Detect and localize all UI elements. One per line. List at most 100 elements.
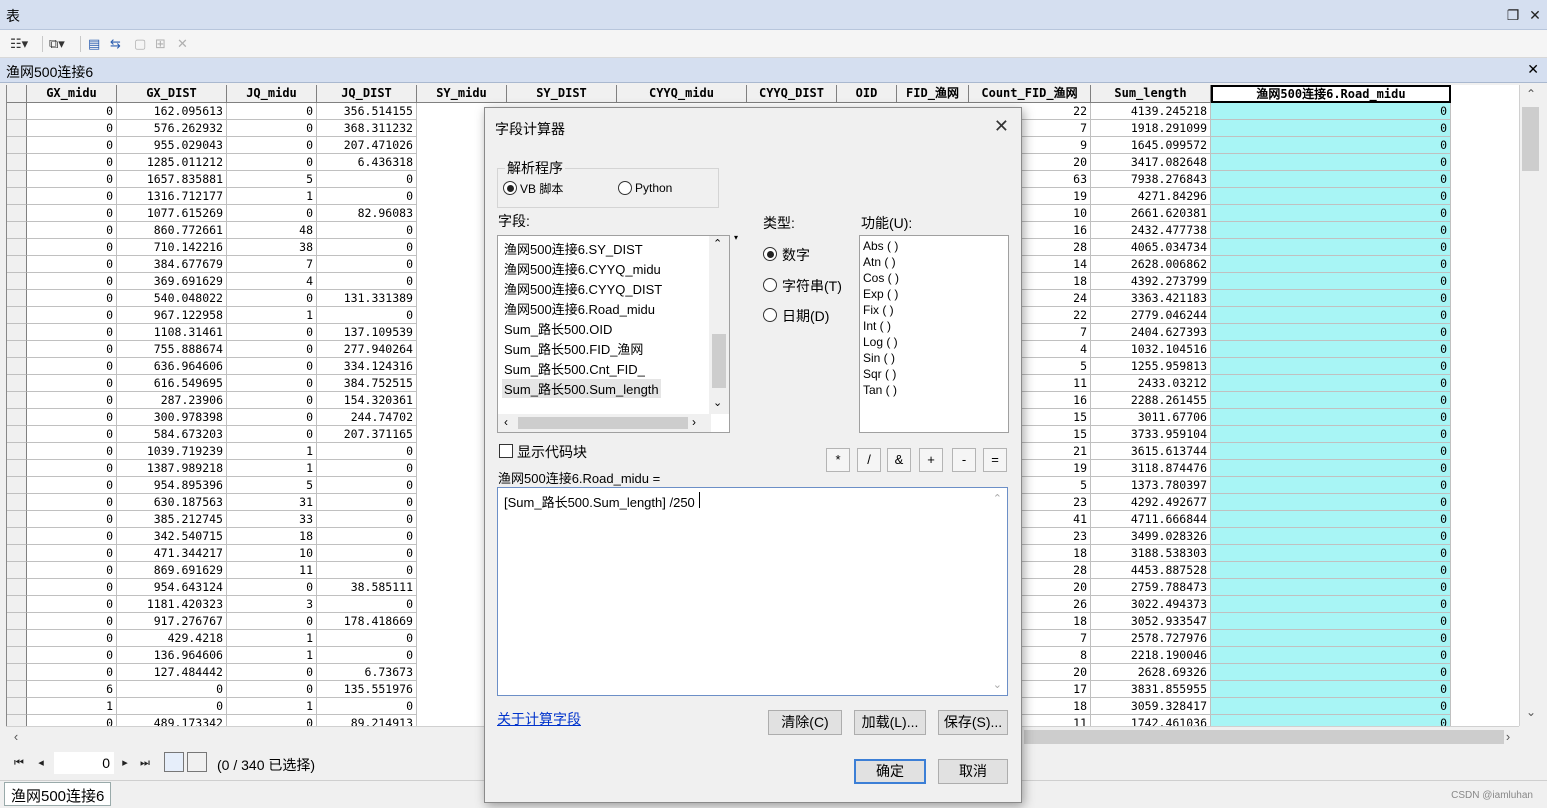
column-header[interactable]: OID — [837, 85, 897, 103]
type-string-radio[interactable] — [763, 278, 777, 292]
dialog-close-icon[interactable]: ✕ — [994, 116, 1009, 137]
table-cell[interactable]: 131.331389 — [317, 290, 417, 307]
column-header[interactable]: JQ_midu — [227, 85, 317, 103]
table-cell[interactable]: 0 — [1211, 511, 1451, 528]
scroll-up-icon[interactable]: ⌃ — [1523, 87, 1539, 103]
row-selector[interactable] — [7, 307, 27, 324]
table-cell[interactable]: 0 — [27, 392, 117, 409]
table-cell[interactable]: 0 — [27, 715, 117, 726]
table-cell[interactable]: 630.187563 — [117, 494, 227, 511]
row-selector[interactable] — [7, 494, 27, 511]
table-cell[interactable]: 385.212745 — [117, 511, 227, 528]
table-cell[interactable]: 0 — [227, 715, 317, 726]
table-cell[interactable]: 1 — [227, 188, 317, 205]
table-cell[interactable]: 755.888674 — [117, 341, 227, 358]
row-selector[interactable] — [7, 562, 27, 579]
table-cell[interactable]: 0 — [27, 256, 117, 273]
table-cell[interactable]: 3011.67706 — [1091, 409, 1211, 426]
table-cell[interactable]: 3363.421183 — [1091, 290, 1211, 307]
table-cell[interactable]: 300.978398 — [117, 409, 227, 426]
table-cell[interactable]: 0 — [1211, 188, 1451, 205]
table-cell[interactable]: 540.048022 — [117, 290, 227, 307]
table-cell[interactable]: 0 — [1211, 205, 1451, 222]
table-cell[interactable]: 33 — [227, 511, 317, 528]
table-cell[interactable]: 18 — [227, 528, 317, 545]
list-scroll-right-icon[interactable]: › — [692, 415, 696, 429]
table-cell[interactable]: 0 — [317, 239, 417, 256]
table-cell[interactable]: 3 — [227, 596, 317, 613]
table-cell[interactable]: 154.320361 — [317, 392, 417, 409]
table-cell[interactable]: 0 — [227, 579, 317, 596]
table-cell[interactable]: 0 — [27, 613, 117, 630]
table-cell[interactable]: 3417.082648 — [1091, 154, 1211, 171]
ok-button[interactable]: 确定 — [854, 759, 926, 784]
table-cell[interactable]: 0 — [27, 579, 117, 596]
table-cell[interactable]: 0 — [27, 630, 117, 647]
table-cell[interactable]: 1 — [227, 647, 317, 664]
table-cell[interactable]: 429.4218 — [117, 630, 227, 647]
column-header[interactable]: CYYQ_midu — [617, 85, 747, 103]
row-selector[interactable] — [7, 256, 27, 273]
column-header[interactable]: SY_midu — [417, 85, 507, 103]
column-header[interactable]: FID_渔网 — [897, 85, 969, 103]
show-all-records-icon[interactable] — [164, 752, 184, 772]
table-cell[interactable]: 2433.03212 — [1091, 375, 1211, 392]
table-cell[interactable]: 0 — [317, 443, 417, 460]
fields-scroll-thumb[interactable] — [712, 334, 726, 388]
field-list-item[interactable]: 渔网500连接6.CYYQ_DIST — [504, 279, 662, 298]
table-cell[interactable]: 0 — [27, 120, 117, 137]
vertical-scroll-thumb[interactable] — [1522, 107, 1539, 171]
table-cell[interactable]: 0 — [227, 681, 317, 698]
table-cell[interactable]: 31 — [227, 494, 317, 511]
table-cell[interactable]: 342.540715 — [117, 528, 227, 545]
table-cell[interactable]: 0 — [1211, 307, 1451, 324]
first-record-icon[interactable]: ⏮ — [12, 755, 26, 771]
table-cell[interactable]: 6 — [27, 681, 117, 698]
parser-vb-radio[interactable] — [503, 181, 517, 195]
table-cell[interactable]: 1918.291099 — [1091, 120, 1211, 137]
row-selector[interactable] — [7, 613, 27, 630]
next-record-icon[interactable]: ▸ — [118, 755, 132, 771]
table-cell[interactable]: 4271.84296 — [1091, 188, 1211, 205]
table-cell[interactable]: 636.964606 — [117, 358, 227, 375]
column-header[interactable]: CYYQ_DIST — [747, 85, 837, 103]
table-cell[interactable]: 1645.099572 — [1091, 137, 1211, 154]
fields-dropdown-icon[interactable]: ▾ — [734, 233, 738, 242]
table-cell[interactable]: 11 — [227, 562, 317, 579]
table-cell[interactable]: 1032.104516 — [1091, 341, 1211, 358]
table-cell[interactable]: 4139.245218 — [1091, 103, 1211, 120]
row-selector[interactable] — [7, 324, 27, 341]
table-cell[interactable]: 576.262932 — [117, 120, 227, 137]
table-cell[interactable]: 0 — [1211, 460, 1451, 477]
row-selector[interactable] — [7, 409, 27, 426]
table-cell[interactable]: 0 — [27, 358, 117, 375]
table-cell[interactable]: 0 — [317, 256, 417, 273]
table-cell[interactable]: 0 — [27, 137, 117, 154]
table-cell[interactable]: 6.436318 — [317, 154, 417, 171]
table-cell[interactable]: 0 — [27, 103, 117, 120]
close-window-icon[interactable]: ✕ — [1526, 6, 1544, 24]
switch-selection-icon[interactable]: ⇆ — [110, 35, 121, 53]
table-cell[interactable]: 4292.492677 — [1091, 494, 1211, 511]
table-cell[interactable]: 0 — [27, 426, 117, 443]
table-cell[interactable]: 0 — [27, 460, 117, 477]
row-selector[interactable] — [7, 647, 27, 664]
field-list-item[interactable]: 渔网500连接6.CYYQ_midu — [504, 259, 661, 278]
table-cell[interactable]: 0 — [227, 324, 317, 341]
table-cell[interactable]: 3615.613744 — [1091, 443, 1211, 460]
column-header[interactable]: GX_midu — [27, 85, 117, 103]
table-cell[interactable]: 967.122958 — [117, 307, 227, 324]
minus-button[interactable]: - — [952, 448, 976, 472]
table-cell[interactable]: 584.673203 — [117, 426, 227, 443]
table-cell[interactable]: 4453.887528 — [1091, 562, 1211, 579]
row-selector[interactable] — [7, 596, 27, 613]
row-selector[interactable] — [7, 137, 27, 154]
select-by-attributes-icon[interactable]: ▤ — [88, 35, 100, 53]
table-cell[interactable]: 89.214913 — [317, 715, 417, 726]
expr-scroll-up-icon[interactable]: ⌃ — [993, 492, 1002, 505]
table-cell[interactable]: 954.895396 — [117, 477, 227, 494]
function-list-item[interactable]: Sin ( ) — [863, 351, 895, 365]
table-cell[interactable]: 0 — [27, 307, 117, 324]
table-cell[interactable]: 10 — [227, 545, 317, 562]
row-selector[interactable] — [7, 681, 27, 698]
